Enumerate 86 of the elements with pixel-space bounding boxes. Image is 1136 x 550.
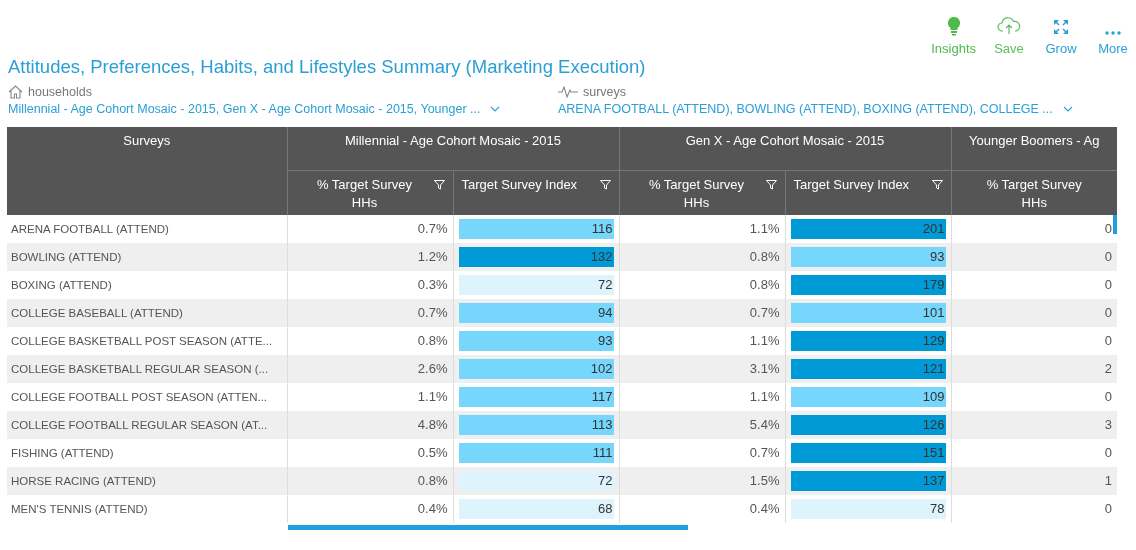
table-cell: 0 [951, 326, 1117, 355]
index-bar: 132 [458, 246, 614, 267]
table-cell: 0.7% [619, 298, 785, 327]
table-cell: 1.1% [619, 382, 785, 411]
filter-label: surveys [583, 85, 627, 99]
table-cell: 1.1% [287, 382, 453, 411]
report-title: Attitudes, Preferences, Habits, and Lifestyles Summary (Marketing Execution) [7, 56, 647, 78]
filter-icon[interactable] [931, 179, 943, 190]
table-cell: 1.1% [619, 214, 785, 243]
table-cell: BOWLING (ATTEND) [7, 242, 287, 271]
index-bar: 93 [458, 330, 614, 351]
table-cell: 0.4% [287, 494, 453, 523]
index-bar: 94 [458, 302, 614, 323]
index-bar: 109 [790, 386, 946, 407]
table-cell: 1.5% [619, 466, 785, 495]
table-cell: COLLEGE BASEBALL (ATTEND) [7, 298, 287, 327]
table-cell: 1.2% [287, 242, 453, 271]
chevron-down-icon [1062, 106, 1073, 112]
index-bar: 117 [458, 386, 614, 407]
expand-icon [1052, 18, 1070, 36]
index-bar: 126 [790, 414, 946, 435]
scrollbar-thumb[interactable] [288, 524, 688, 530]
table-cell: HORSE RACING (ATTEND) [7, 466, 287, 495]
table-cell: 0.8% [287, 326, 453, 355]
table-cell: COLLEGE BASKETBALL POST SEASON (ATTE... [7, 326, 287, 355]
chevron-down-icon [490, 106, 501, 112]
table-cell: 0.4% [619, 494, 785, 523]
index-bar: 78 [790, 498, 946, 519]
table-cell: 1 [951, 466, 1117, 495]
table-cell: 0.7% [287, 214, 453, 243]
table-cell: COLLEGE FOOTBALL REGULAR SEASON (AT... [7, 410, 287, 439]
index-bar: 72 [458, 470, 614, 491]
table-cell: 3 [951, 410, 1117, 439]
index-bar: 113 [458, 414, 614, 435]
table-cell: FISHING (ATTEND) [7, 438, 287, 467]
index-bar: 179 [790, 274, 946, 295]
index-bar: 93 [790, 246, 946, 267]
table-cell: MEN'S TENNIS (ATTEND) [7, 494, 287, 523]
table-cell: 0 [951, 494, 1117, 523]
table-cell: 0.8% [619, 242, 785, 271]
index-bar: 72 [458, 274, 614, 295]
table-cell: 0.7% [287, 298, 453, 327]
index-bar: 129 [790, 330, 946, 351]
table-cell: 0.8% [619, 270, 785, 299]
group-header: Gen X - Age Cohort Mosaic - 2015 [619, 127, 951, 170]
scrollbar-thumb[interactable] [1113, 215, 1117, 234]
table-cell: 2.6% [287, 354, 453, 383]
index-bar: 101 [790, 302, 946, 323]
table-cell: 0.5% [287, 438, 453, 467]
table-cell: 3.1% [619, 354, 785, 383]
filter-icon[interactable] [433, 179, 445, 190]
index-bar: 102 [458, 358, 614, 379]
table-cell: 2 [951, 354, 1117, 383]
table-cell: 1.1% [619, 326, 785, 355]
cloud-upload-icon [997, 16, 1021, 36]
index-bar: 121 [790, 358, 946, 379]
table-cell: COLLEGE FOOTBALL POST SEASON (ATTEN... [7, 382, 287, 411]
index-bar: 68 [458, 498, 614, 519]
filter-icon[interactable] [599, 179, 611, 190]
table-cell: 0.3% [287, 270, 453, 299]
table-cell: 4.8% [287, 410, 453, 439]
table-cell: 0 [951, 438, 1117, 467]
index-bar: 201 [790, 218, 946, 239]
filter-icon[interactable] [765, 179, 777, 190]
table-cell: 0 [951, 270, 1117, 299]
table-cell: 0.8% [287, 466, 453, 495]
index-bar: 116 [458, 218, 614, 239]
table-cell: 0 [951, 382, 1117, 411]
table-cell: BOXING (ATTEND) [7, 270, 287, 299]
column-header[interactable]: Surveys [7, 127, 287, 215]
index-bar: 137 [790, 470, 946, 491]
table-cell: ARENA FOOTBALL (ATTEND) [7, 214, 287, 243]
more-icon [1104, 30, 1122, 36]
lightbulb-icon [946, 16, 961, 36]
pulse-icon [558, 86, 578, 98]
table-cell: 0 [951, 298, 1117, 327]
index-bar: 151 [790, 442, 946, 463]
group-header: Younger Boomers - Ag [951, 127, 1117, 170]
table-cell: 5.4% [619, 410, 785, 439]
table-cell: 0 [951, 242, 1117, 271]
filter-label: households [28, 85, 92, 99]
group-header: Millennial - Age Cohort Mosaic - 2015 [287, 127, 619, 170]
house-icon [8, 85, 23, 99]
table-cell: COLLEGE BASKETBALL REGULAR SEASON (... [7, 354, 287, 383]
index-bar: 111 [458, 442, 614, 463]
table-cell: 0.7% [619, 438, 785, 467]
